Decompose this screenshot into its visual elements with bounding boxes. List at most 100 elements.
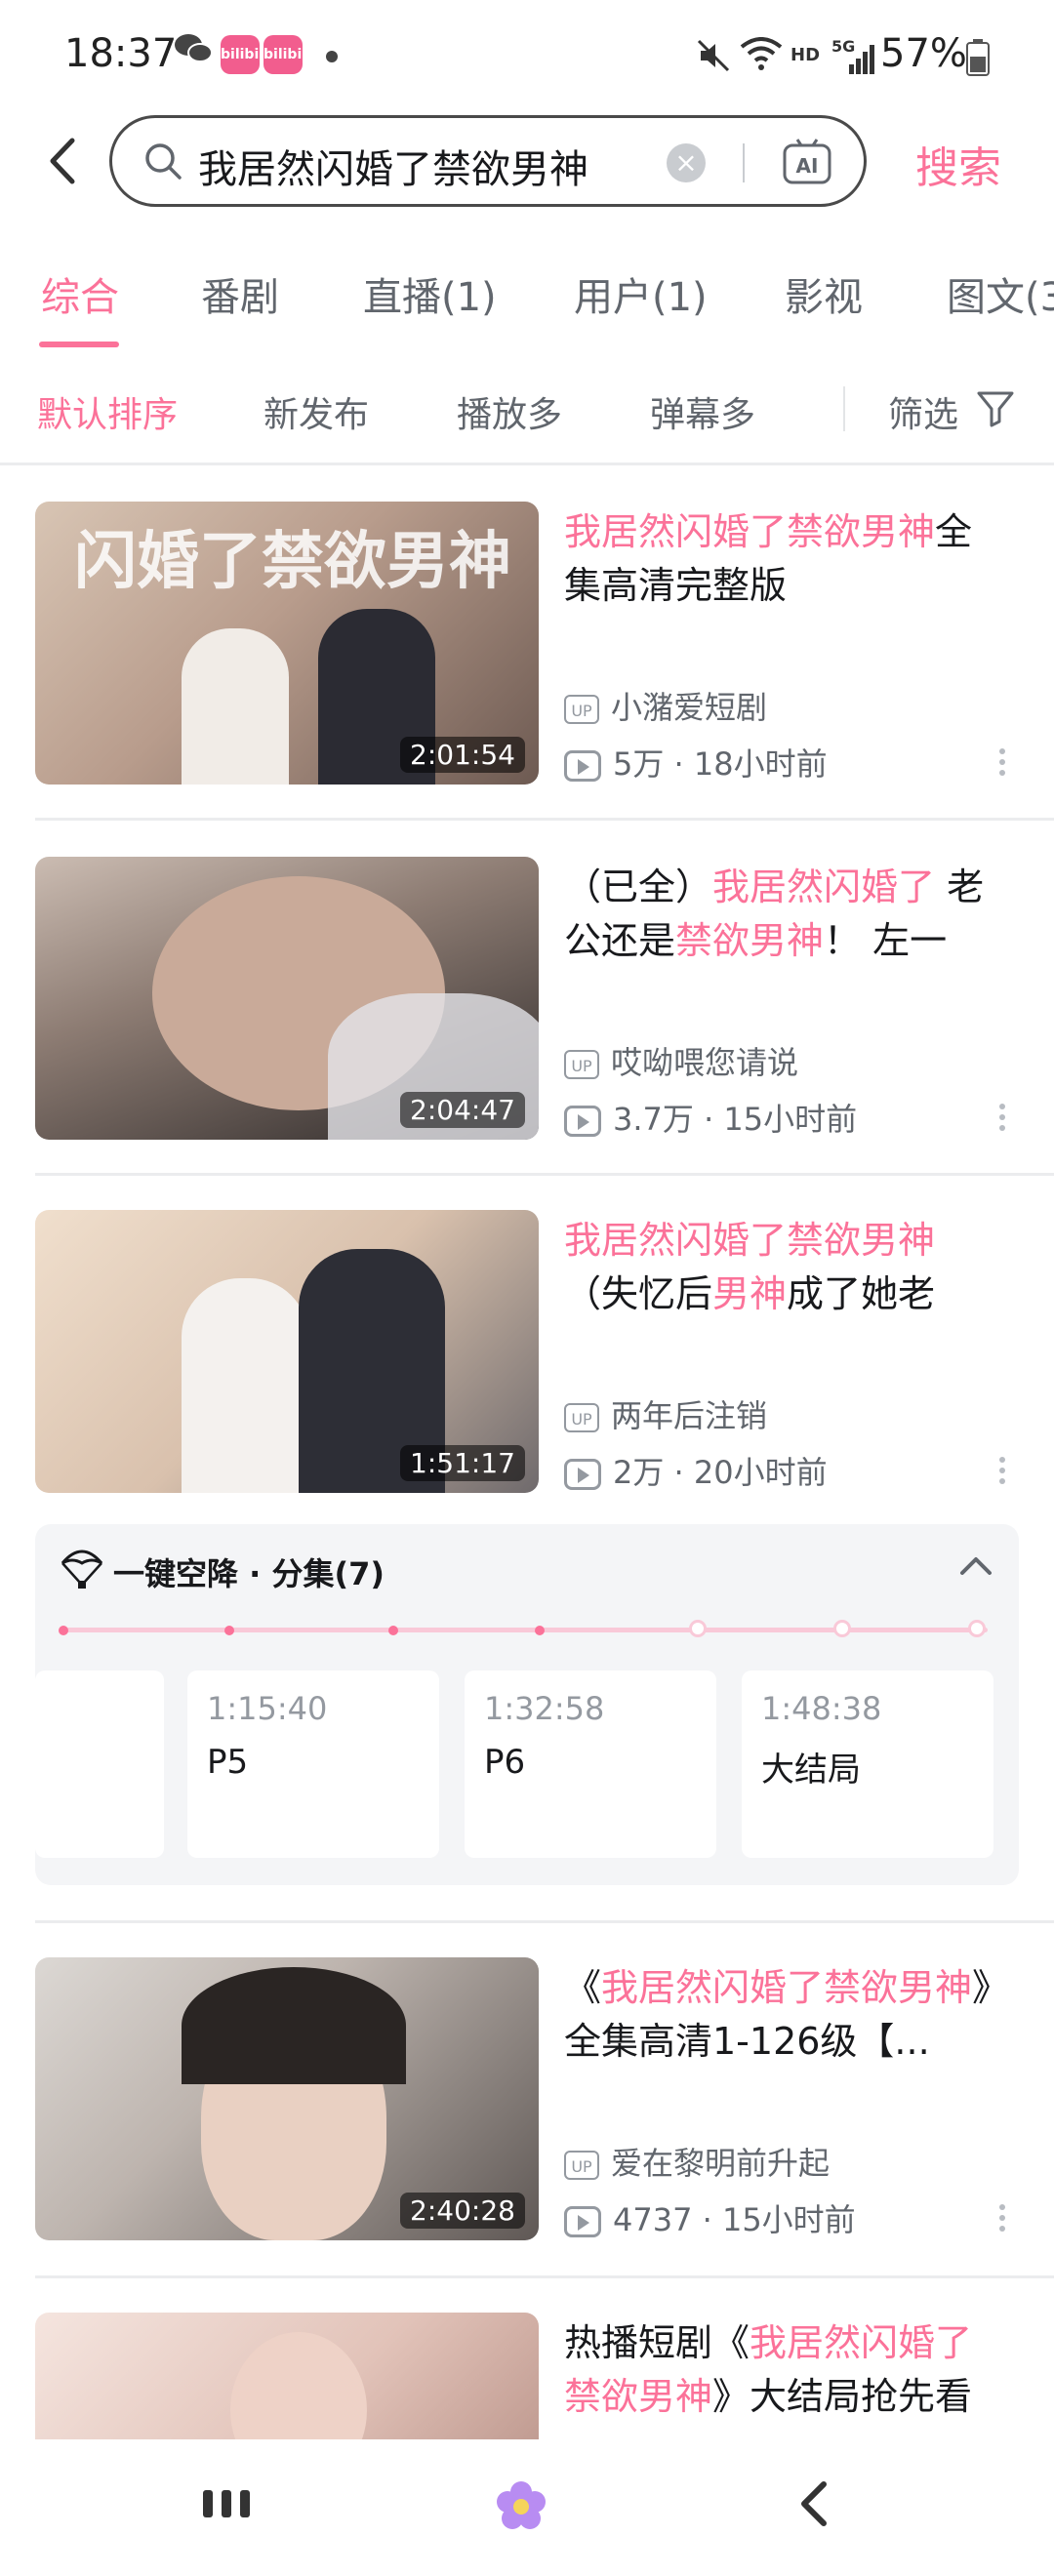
clock: 18:37: [64, 31, 178, 76]
tab-live[interactable]: 直播(1): [363, 265, 497, 322]
chevron-up-icon[interactable]: [956, 1551, 995, 1581]
episode-marker[interactable]: [535, 1626, 545, 1635]
svg-text:AI: AI: [796, 154, 819, 178]
video-title[interactable]: 《我居然闪婚了禁欲男神》全集高清1-126级【...: [564, 1961, 993, 2069]
search-divider: [743, 143, 745, 182]
episode-marker[interactable]: [388, 1626, 398, 1635]
sort-most-danmaku[interactable]: 弹幕多: [650, 386, 755, 437]
episode-card[interactable]: 1:32:58 P6: [465, 1670, 716, 1858]
play-stats-line: 3.7万 · 15小时前: [564, 1095, 857, 1140]
title-text: 》大结局抢先看: [712, 2375, 973, 2418]
sort-newest[interactable]: 新发布: [264, 386, 369, 437]
uploader-name: 哎呦喂您请说: [611, 1044, 799, 1081]
clear-icon[interactable]: ×: [667, 143, 706, 182]
title-highlight: 男神: [712, 1272, 788, 1315]
filter-button[interactable]: 筛选: [888, 386, 958, 437]
play-count-icon: [564, 1459, 601, 1490]
episode-marker[interactable]: [833, 1620, 851, 1637]
video-thumbnail[interactable]: [35, 2313, 539, 2439]
play-count-icon: [564, 1106, 601, 1137]
episode-time: 1:48:38: [761, 1690, 882, 1727]
uploader-line[interactable]: UP 小潴爱短剧: [564, 683, 767, 728]
video-thumbnail[interactable]: 1:51:17: [35, 1210, 539, 1493]
tab-users[interactable]: 用户(1): [574, 265, 708, 322]
bilibili-app-icon-2: bilibili: [264, 35, 311, 74]
search-input[interactable]: 我居然闪婚了禁欲男神 × AI: [109, 115, 867, 207]
episode-card[interactable]: 1:48:38 大结局: [742, 1670, 993, 1858]
tab-comprehensive[interactable]: 综合: [41, 265, 119, 322]
uploader-line[interactable]: UP 两年后注销: [564, 1391, 767, 1436]
search-icon: [142, 140, 184, 182]
uploader-line[interactable]: UP 哎呦喂您请说: [564, 1038, 798, 1083]
duration-badge: 2:40:28: [400, 2193, 525, 2229]
battery-icon: [966, 39, 990, 80]
back-nav-icon[interactable]: [794, 2478, 833, 2533]
system-nav-bar: [0, 2439, 1054, 2576]
play-stats-line: 5万 · 18小时前: [564, 740, 828, 785]
ai-icon[interactable]: AI: [782, 138, 832, 188]
sort-default[interactable]: 默认排序: [37, 386, 178, 437]
back-button[interactable]: [39, 127, 88, 195]
parachute-icon: [59, 1544, 105, 1590]
play-stats: 5万 · 18小时前: [613, 745, 828, 783]
hd-label: HD: [790, 45, 821, 65]
wifi-icon: [740, 37, 783, 76]
up-badge-icon: UP: [564, 1050, 599, 1079]
duration-badge: 2:01:54: [400, 737, 525, 773]
tab-film[interactable]: 影视: [785, 265, 863, 322]
duration-badge: 2:04:47: [400, 1092, 525, 1128]
more-options-icon[interactable]: [997, 2199, 1007, 2236]
title-highlight: 我居然闪婚了: [712, 865, 936, 908]
play-count-icon: [564, 2206, 601, 2237]
tab-indicator: [39, 342, 119, 347]
episode-card[interactable]: [35, 1670, 164, 1858]
more-options-icon[interactable]: [997, 1452, 1007, 1489]
video-title[interactable]: （已全）我居然闪婚了 老公还是禁欲男神！ 左一: [564, 861, 993, 968]
signal-icon: [835, 45, 874, 78]
video-thumbnail[interactable]: 2:40:28: [35, 1957, 539, 2240]
up-badge-icon: UP: [564, 695, 599, 724]
video-title[interactable]: 我居然闪婚了禁欲男神全集高清完整版: [564, 505, 993, 613]
divider: [35, 818, 1054, 821]
uploader-line[interactable]: UP 爱在黎明前升起: [564, 2139, 830, 2184]
title-text: （失忆后: [564, 1272, 713, 1315]
home-flower-icon[interactable]: [494, 2478, 548, 2537]
more-options-icon[interactable]: [997, 744, 1007, 781]
episode-time: 1:32:58: [484, 1690, 605, 1727]
up-badge-icon: UP: [564, 1403, 599, 1432]
search-query-text[interactable]: 我居然闪婚了禁欲男神: [198, 138, 588, 194]
play-stats-line: 2万 · 20小时前: [564, 1448, 828, 1493]
title-text: ！ 左一: [824, 919, 948, 962]
title-highlight: 禁欲男神: [675, 919, 825, 962]
up-badge-icon: UP: [564, 2151, 599, 2180]
episode-marker[interactable]: [224, 1626, 234, 1635]
divider: [35, 1173, 1054, 1176]
play-stats: 3.7万 · 15小时前: [613, 1101, 858, 1138]
title-highlight: 我居然闪婚了禁欲男神: [564, 1219, 936, 1262]
recent-apps-icon[interactable]: [201, 2484, 252, 2527]
play-stats: 4737 · 15小时前: [613, 2201, 856, 2238]
episode-label: P5: [207, 1743, 249, 1782]
episode-card[interactable]: 1:15:40 P5: [187, 1670, 439, 1858]
more-options-icon[interactable]: [997, 1099, 1007, 1136]
episode-marker[interactable]: [59, 1626, 68, 1635]
episode-marker[interactable]: [689, 1620, 707, 1637]
video-thumbnail[interactable]: 2:04:47: [35, 857, 539, 1140]
title-text: 《: [564, 1966, 602, 2009]
search-button[interactable]: 搜索: [915, 133, 1001, 195]
play-count-icon: [564, 750, 601, 782]
status-bar: 18:37 bilibili bilibili HD 5G 57%: [0, 0, 1054, 115]
uploader-name: 两年后注销: [611, 1397, 768, 1434]
sort-most-played[interactable]: 播放多: [457, 386, 562, 437]
video-thumbnail[interactable]: 闪婚了禁欲男神 2:01:54: [35, 502, 539, 785]
episode-marker[interactable]: [968, 1620, 986, 1637]
video-title[interactable]: 我居然闪婚了禁欲男神（失忆后男神成了她老公...: [564, 1214, 993, 1321]
tab-articles[interactable]: 图文(3: [947, 265, 1054, 322]
title-highlight: 我居然闪婚了禁欲男神: [564, 510, 936, 553]
filter-icon[interactable]: [976, 388, 1015, 427]
video-title[interactable]: 热播短剧《我居然闪婚了禁欲男神》大结局抢先看: [564, 2316, 993, 2424]
divider: [35, 2275, 1054, 2278]
episode-panel-title: 一键空降 · 分集(7): [113, 1555, 385, 1592]
bilibili-app-icon: bilibili: [221, 35, 268, 74]
tab-bangumi[interactable]: 番剧: [201, 265, 279, 322]
